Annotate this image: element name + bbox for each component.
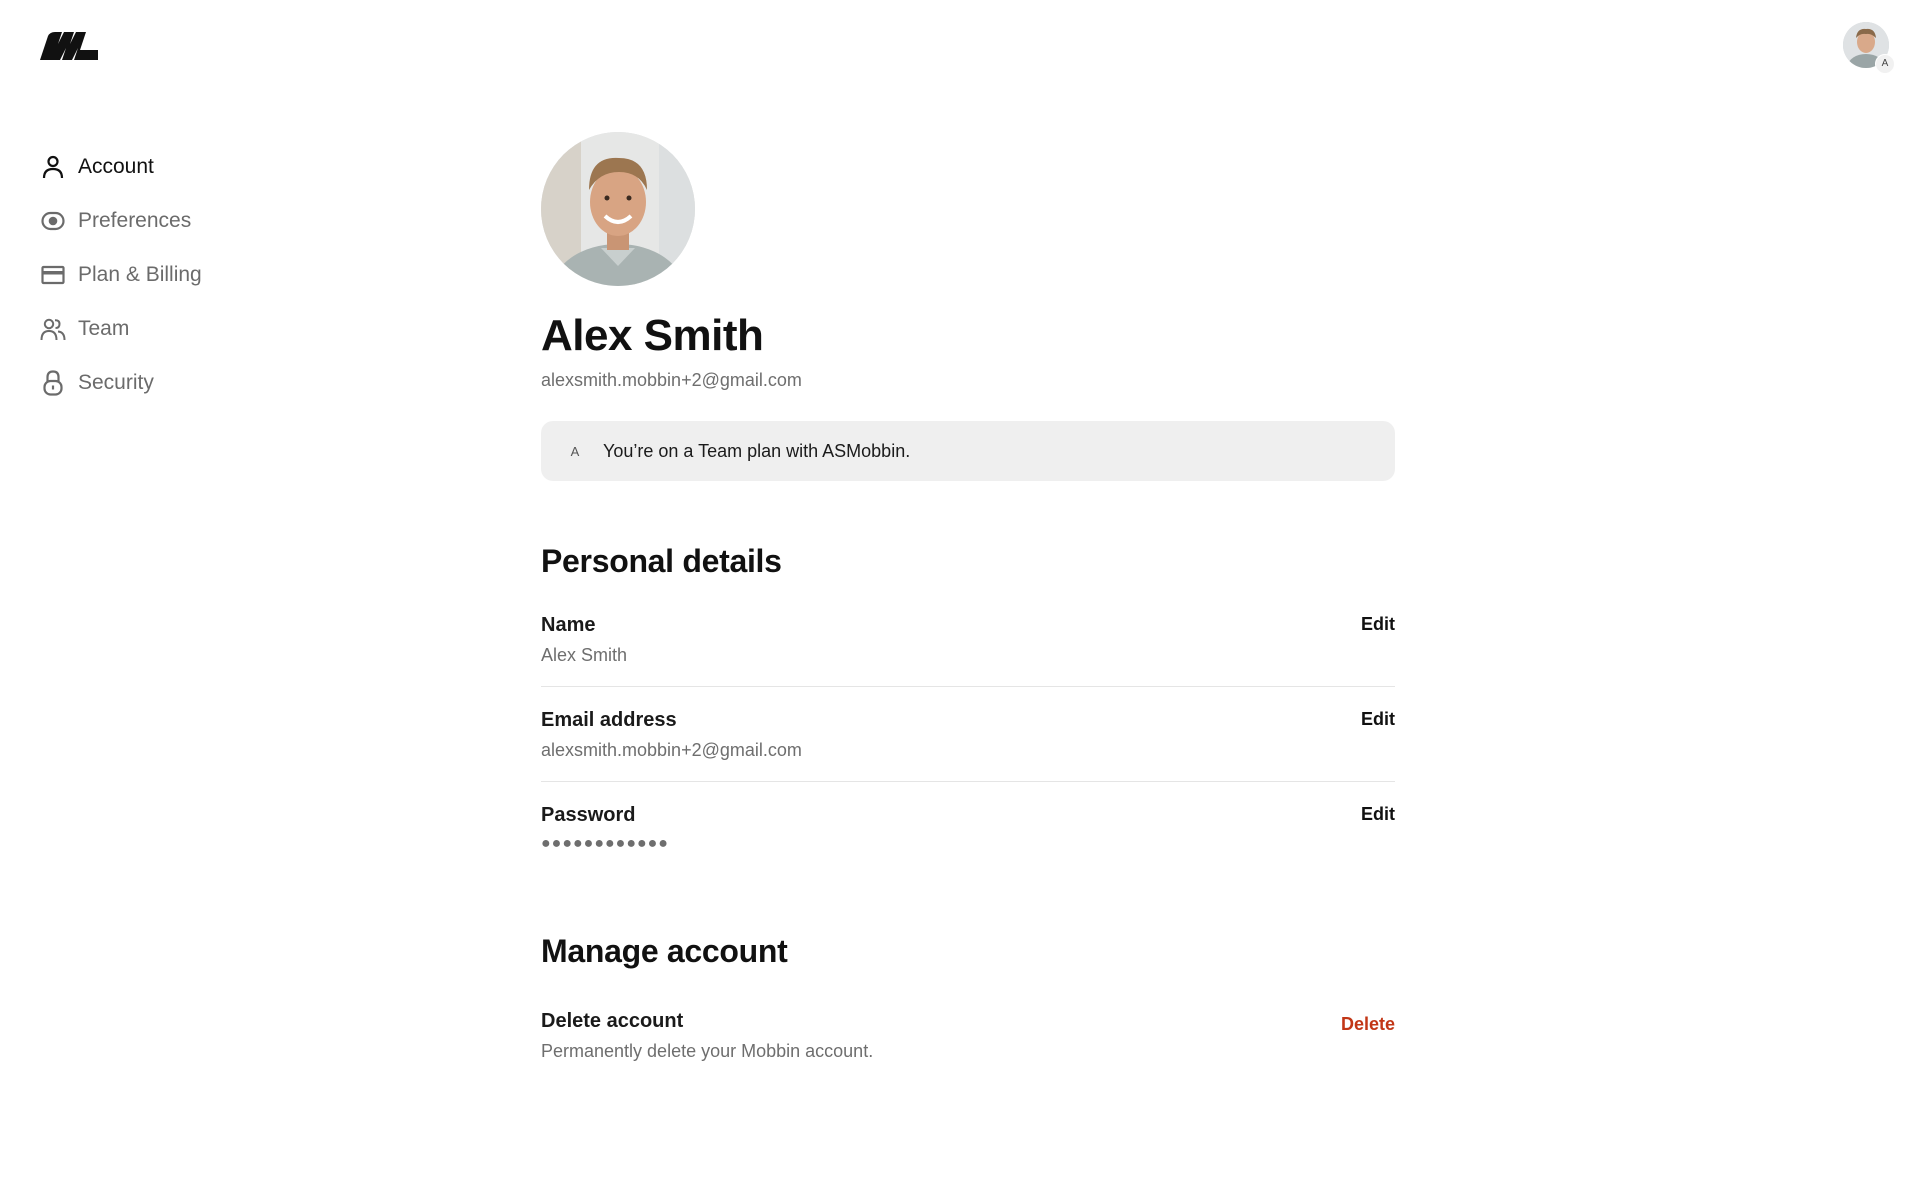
eye-icon: [40, 208, 66, 234]
avatar-badge: A: [1875, 54, 1895, 74]
detail-label: Password: [541, 804, 636, 827]
sidebar-item-label: Plan & Billing: [78, 263, 202, 286]
sidebar-item-label: Security: [78, 371, 154, 394]
detail-value: Alex Smith: [541, 645, 628, 666]
personal-details-list: Name Alex Smith Edit Email address alexs…: [541, 592, 1395, 873]
users-icon: [40, 316, 66, 342]
edit-name-button[interactable]: Edit: [1361, 614, 1395, 635]
edit-password-button[interactable]: Edit: [1361, 804, 1395, 825]
mobbin-logo-icon[interactable]: [40, 32, 98, 60]
sidebar-item-account[interactable]: Account: [40, 140, 202, 194]
sidebar-item-plan-billing[interactable]: Plan & Billing: [40, 248, 202, 302]
delete-account-button[interactable]: Delete: [1341, 1014, 1395, 1035]
sidebar-item-label: Team: [78, 317, 130, 340]
account-main: Alex Smith alexsmith.mobbin+2@gmail.com …: [541, 132, 1395, 1062]
manage-account-title: Manage account: [541, 933, 788, 970]
profile-email: alexsmith.mobbin+2@gmail.com: [541, 370, 802, 391]
sidebar-item-security[interactable]: Security: [40, 356, 202, 410]
user-icon: [40, 154, 66, 180]
delete-account-row: Delete account Permanently delete your M…: [541, 1010, 1395, 1062]
personal-details-title: Personal details: [541, 543, 782, 580]
edit-email-button[interactable]: Edit: [1361, 709, 1395, 730]
profile-photo[interactable]: [541, 132, 695, 286]
delete-account-label: Delete account: [541, 1010, 684, 1033]
sidebar-item-preferences[interactable]: Preferences: [40, 194, 202, 248]
sidebar-item-label: Preferences: [78, 209, 192, 232]
plan-text: You’re on a Team plan with ASMobbin.: [603, 440, 911, 461]
sidebar-item-label: Account: [78, 155, 154, 178]
name-row: Name Alex Smith Edit: [541, 592, 1395, 688]
sidebar-item-team[interactable]: Team: [40, 302, 202, 356]
delete-account-description: Permanently delete your Mobbin account.: [541, 1041, 874, 1062]
plan-banner: A You’re on a Team plan with ASMobbin.: [541, 421, 1395, 482]
password-value: ●●●●●●●●●●●●: [541, 835, 669, 853]
detail-label: Email address: [541, 709, 677, 732]
profile-name: Alex Smith: [541, 311, 764, 360]
email-row: Email address alexsmith.mobbin+2@gmail.c…: [541, 687, 1395, 783]
credit-card-icon: [40, 262, 66, 288]
password-row: Password ●●●●●●●●●●●● Edit: [541, 782, 1395, 873]
detail-value: alexsmith.mobbin+2@gmail.com: [541, 740, 802, 761]
detail-label: Name: [541, 614, 596, 637]
lock-icon: [40, 370, 66, 396]
sidebar-nav: Account Preferences Plan & Billing Team …: [40, 140, 202, 410]
team-badge: A: [570, 443, 580, 459]
